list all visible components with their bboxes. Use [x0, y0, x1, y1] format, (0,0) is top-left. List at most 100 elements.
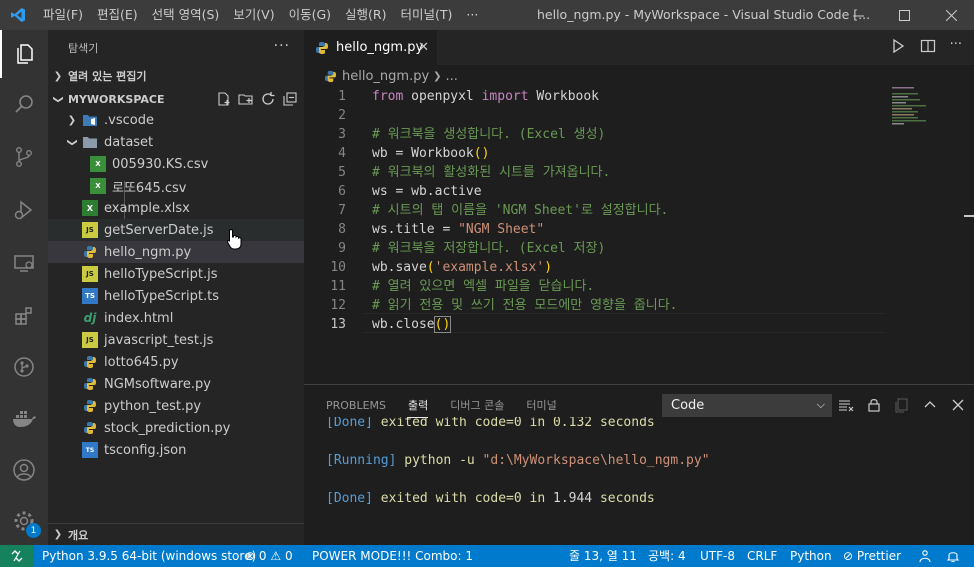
- manage-gear-icon[interactable]: 1: [0, 497, 48, 545]
- remote-explorer-icon[interactable]: [0, 239, 48, 287]
- source-control-icon[interactable]: [0, 133, 48, 181]
- split-editor-icon[interactable]: [920, 38, 936, 54]
- tree-item-file[interactable]: dj index.html: [48, 307, 304, 329]
- minimize-button[interactable]: [835, 0, 881, 30]
- problems-indicator[interactable]: ⊗ 0 ⚠ 0: [245, 545, 293, 567]
- code-editor[interactable]: 1 2 3 4 5 6 7 8 9 10 11 12 13 from openp…: [304, 87, 974, 384]
- breadcrumb-file[interactable]: hello_ngm.py: [342, 69, 429, 84]
- tree-item-dataset-folder[interactable]: ❯ dataset: [48, 131, 304, 153]
- open-editors-section[interactable]: ❯ 열려 있는 편집기: [48, 65, 304, 87]
- tree-item-file[interactable]: JS getServerDate.js: [48, 219, 304, 241]
- minimap[interactable]: [892, 87, 952, 127]
- scrollbar[interactable]: [964, 215, 974, 217]
- maximize-panel-icon[interactable]: [922, 397, 938, 413]
- accounts-icon[interactable]: [0, 446, 48, 494]
- menu-terminal[interactable]: 터미널(T): [394, 0, 460, 30]
- js-file-icon: JS: [82, 332, 98, 348]
- new-folder-icon[interactable]: [238, 91, 254, 107]
- code-token: from: [372, 89, 404, 104]
- tree-item-file[interactable]: NGMsoftware.py: [48, 373, 304, 395]
- open-log-icon[interactable]: [894, 397, 910, 413]
- code-token: 'example.xlsx': [434, 260, 545, 275]
- output-token: in: [521, 491, 553, 506]
- close-tab-icon[interactable]: ✕: [418, 40, 429, 55]
- tab-terminal[interactable]: 터미널: [526, 397, 556, 413]
- output-channel-select[interactable]: Code ⌵: [662, 394, 832, 417]
- menu-go[interactable]: 이동(G): [282, 0, 338, 30]
- workspace-label: MYWORKSPACE: [68, 92, 165, 106]
- python-file-icon: [82, 354, 98, 370]
- language-mode[interactable]: Python: [790, 545, 832, 567]
- tab-output[interactable]: 출력: [408, 397, 429, 418]
- cursor-position[interactable]: 줄 13, 열 11: [569, 545, 637, 567]
- tree-item-file[interactable]: X example.xlsx: [48, 197, 304, 219]
- remote-icon: [11, 550, 23, 562]
- output-token: exited with code=0 in 0.132 seconds: [372, 417, 655, 430]
- remote-indicator[interactable]: [0, 545, 34, 567]
- clear-output-icon[interactable]: [838, 397, 854, 413]
- code-token: (): [433, 316, 452, 333]
- output-channel-value: Code: [671, 398, 705, 413]
- end-of-line[interactable]: CRLF: [747, 545, 777, 567]
- output-token: 1.944: [553, 491, 593, 506]
- run-file-icon[interactable]: [890, 38, 906, 54]
- tree-item-file[interactable]: X 005930.KS.csv: [48, 153, 304, 175]
- tree-item-file[interactable]: stock_prediction.py: [48, 417, 304, 439]
- feedback-icon[interactable]: [918, 545, 932, 567]
- tree-item-file[interactable]: JS javascript_test.js: [48, 329, 304, 351]
- close-window-button[interactable]: [928, 0, 974, 30]
- tree-item-file[interactable]: TS helloTypeScript.ts: [48, 285, 304, 307]
- tree-item-file[interactable]: JS helloTypeScript.js: [48, 263, 304, 285]
- collapse-all-icon[interactable]: [282, 91, 298, 107]
- activity-bar: 1: [0, 30, 48, 545]
- line-number: 13: [330, 317, 346, 332]
- python-interpreter[interactable]: Python 3.9.5 64-bit (windows store): [42, 545, 256, 567]
- tree-item-file[interactable]: hello_ngm.py: [48, 241, 304, 263]
- refresh-icon[interactable]: [260, 91, 276, 107]
- explorer-icon[interactable]: [0, 30, 48, 78]
- menu-more[interactable]: ···: [459, 0, 485, 30]
- power-mode-status[interactable]: POWER MODE!!! Combo: 1: [312, 545, 473, 567]
- tab-debug-console[interactable]: 디버그 콘솔: [450, 397, 504, 413]
- tab-problems[interactable]: PROBLEMS: [326, 399, 386, 412]
- tab-hello-ngm[interactable]: hello_ngm.py ✕: [304, 30, 437, 65]
- more-actions-button[interactable]: ···: [950, 38, 962, 54]
- tree-item-file[interactable]: X 로또645.csv: [48, 175, 304, 197]
- tree-item-vscode-folder[interactable]: ❯ .vscode: [48, 109, 304, 131]
- indentation[interactable]: 공백: 4: [648, 545, 686, 567]
- notifications-bell-icon[interactable]: [946, 545, 960, 567]
- maximize-button[interactable]: [881, 0, 927, 30]
- menu-selection[interactable]: 선택 영역(S): [145, 0, 227, 30]
- menu-file[interactable]: 파일(F): [36, 0, 90, 30]
- vscode-logo-icon: [0, 0, 36, 30]
- code-line-6: ws = wb.active: [372, 182, 482, 201]
- git-graph-icon[interactable]: [0, 343, 48, 391]
- line-number: 1: [338, 89, 346, 104]
- menu-view[interactable]: 보기(V): [226, 0, 281, 30]
- menu-edit[interactable]: 편집(E): [90, 0, 145, 30]
- close-panel-icon[interactable]: [950, 397, 966, 413]
- code-token: Workbook: [528, 89, 600, 104]
- prettier-status[interactable]: ⊘ Prettier: [843, 545, 901, 567]
- workspace-section[interactable]: ❯ MYWORKSPACE: [48, 88, 304, 110]
- menu-run[interactable]: 실행(R): [338, 0, 393, 30]
- explorer-more-button[interactable]: ···: [274, 38, 290, 54]
- code-token: ws: [372, 222, 388, 237]
- code-token: =: [387, 184, 412, 199]
- tree-item-file[interactable]: lotto645.py: [48, 351, 304, 373]
- search-icon[interactable]: [0, 80, 48, 128]
- breadcrumb: hello_ngm.py ❯ ...: [304, 65, 974, 87]
- tree-item-file[interactable]: python_test.py: [48, 395, 304, 417]
- run-debug-icon[interactable]: [0, 186, 48, 234]
- outline-section[interactable]: ❯ 개요: [48, 523, 304, 545]
- output-console[interactable]: [Done] exited with code=0 in 0.132 secon…: [304, 417, 974, 545]
- new-file-icon[interactable]: [216, 91, 232, 107]
- breadcrumb-symbols[interactable]: ...: [446, 69, 458, 84]
- error-count: 0: [258, 549, 267, 563]
- extensions-icon[interactable]: [0, 292, 48, 340]
- docker-icon[interactable]: [0, 395, 48, 443]
- line-number: 2: [338, 108, 346, 123]
- lock-scroll-icon[interactable]: [866, 397, 882, 413]
- tree-item-file[interactable]: TS tsconfig.json: [48, 439, 304, 461]
- encoding[interactable]: UTF-8: [700, 545, 735, 567]
